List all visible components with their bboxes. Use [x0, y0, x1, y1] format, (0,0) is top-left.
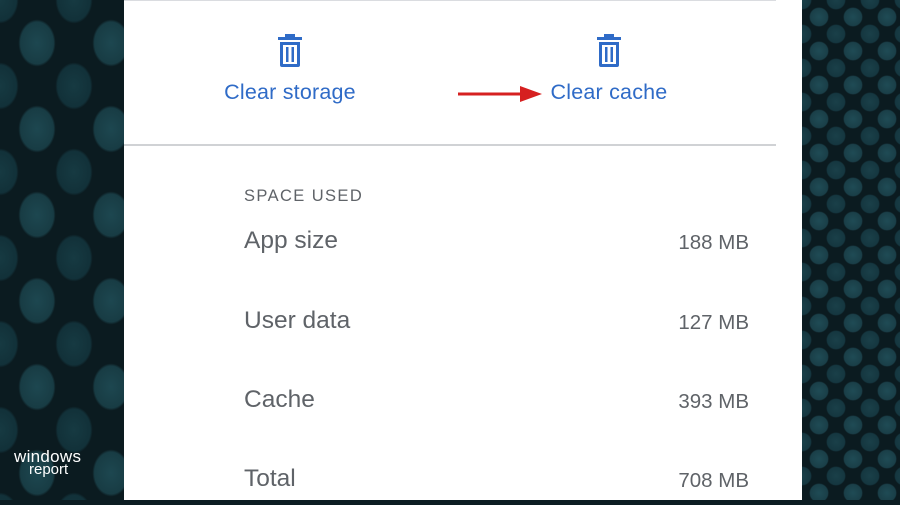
section-divider: [124, 144, 776, 146]
cache-value: 393 MB: [678, 390, 749, 413]
total-row: Total 708 MB: [244, 465, 749, 505]
total-label: Total: [244, 465, 296, 492]
app-size-label: App size: [244, 227, 338, 254]
trash-icon: [597, 34, 621, 67]
cache-row: Cache 393 MB: [244, 386, 749, 426]
space-used-header: SPACE USED: [244, 187, 364, 205]
total-value: 708 MB: [678, 469, 749, 492]
user-data-label: User data: [244, 307, 351, 334]
windows-report-logo: windows report: [14, 448, 94, 482]
clear-cache-label: Clear cache: [550, 80, 668, 104]
trash-icon: [278, 34, 302, 67]
background-pattern-right: [802, 0, 900, 500]
user-data-value: 127 MB: [678, 311, 749, 334]
user-data-row: User data 127 MB: [244, 307, 749, 347]
logo-line-2: report: [29, 461, 69, 478]
app-size-row: App size 188 MB: [244, 227, 749, 267]
storage-settings-panel: Clear storage Clear cache SPACE USED App…: [124, 0, 802, 500]
app-size-value: 188 MB: [678, 231, 749, 254]
clear-storage-label: Clear storage: [224, 80, 356, 104]
clear-storage-button[interactable]: Clear storage: [216, 34, 364, 105]
top-border: [124, 0, 776, 1]
clear-cache-button[interactable]: Clear cache: [542, 34, 676, 105]
red-arrow-pointer: [458, 86, 542, 102]
cache-label: Cache: [244, 386, 315, 413]
